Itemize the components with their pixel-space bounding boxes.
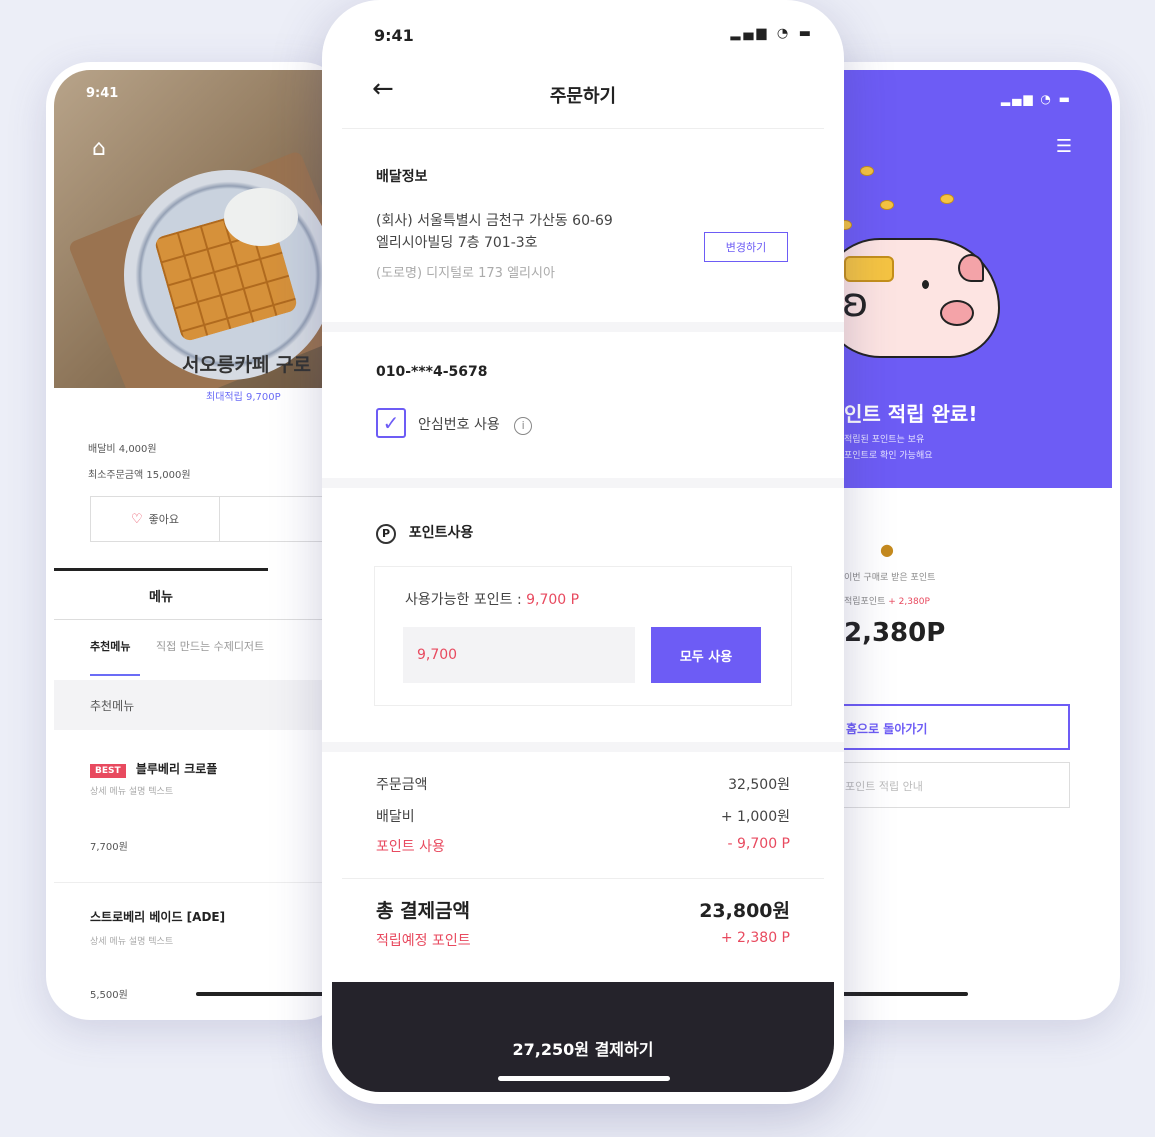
info-icon[interactable]: i xyxy=(514,417,533,435)
heart-icon: ♡ xyxy=(130,511,143,527)
earned-row: 적립포인트 + 2,380P xyxy=(844,594,930,607)
pig-snout xyxy=(940,300,974,326)
tab-menu[interactable]: 메뉴 xyxy=(54,568,268,620)
earn-label: 적립예정 포인트 xyxy=(376,933,471,949)
earned-label: 이번 구매로 받은 포인트 xyxy=(844,573,936,583)
pig-eye xyxy=(922,280,929,289)
cream xyxy=(224,188,298,246)
points-heading: 포인트사용 xyxy=(408,525,474,541)
menu-item-desc: 상세 메뉴 설명 텍스트 xyxy=(90,937,174,947)
phone-number: 010-***4-5678 xyxy=(376,364,488,380)
divider xyxy=(342,878,824,879)
use-all-button[interactable]: 모두 사용 xyxy=(651,627,761,683)
menu-item-price: 7,700원 xyxy=(90,842,128,853)
total-row: 총 결제금액 23,800원 xyxy=(376,896,790,923)
earn-value: + 2,380 P xyxy=(720,930,790,946)
coin-icon xyxy=(860,166,874,176)
section-header: 추천메뉴 xyxy=(54,680,346,730)
delivery-fee-info: 배달비 4,000원 xyxy=(88,444,157,455)
menu-item-desc: 상세 메뉴 설명 텍스트 xyxy=(90,787,174,797)
complete-sub: 포인트로 확인 가능해요 xyxy=(844,451,933,461)
complete-sub: 적립된 포인트는 보유 xyxy=(844,435,925,445)
delivery-heading: 배달정보 xyxy=(376,169,428,185)
section-separator xyxy=(322,322,844,332)
total-amount: 23,800원 xyxy=(699,900,790,922)
total-points: 2,380P xyxy=(844,618,946,648)
available-label: 사용가능한 포인트 : xyxy=(405,592,522,608)
status-time: 9:41 xyxy=(86,86,119,101)
delivery-fee: + 1,000원 xyxy=(720,809,790,825)
complete-banner: ▂▄▆ ◔ ▬ ☰ ʚ 인트 적립 완료! 적립된 포인트는 보유 포인트로 확… xyxy=(800,70,1112,488)
subtab-recommend[interactable]: 추천메뉴 xyxy=(90,640,130,653)
edit-address-button[interactable]: 변경하기 xyxy=(704,232,788,262)
coin-icon xyxy=(880,200,894,210)
status-icons: ▂▄▆ ◔ ▬ xyxy=(730,26,814,41)
min-order-info: 최소주문금액 15,000원 xyxy=(88,470,191,481)
store-name: 서오릉카페 구로 xyxy=(182,354,311,376)
order-phone: 9:41 ▂▄▆ ◔ ▬ ← 주문하기 배달정보 (회사) 서울특별시 금천구 … xyxy=(322,0,844,1104)
point-icon: P xyxy=(376,524,396,544)
menu-item[interactable]: BEST 블루베리 크로플 xyxy=(90,760,217,778)
home-icon[interactable]: ⌂ xyxy=(92,136,106,161)
point-use: - 9,700 P xyxy=(727,836,790,852)
earned-plus: + 2,380P xyxy=(888,597,930,607)
subtab-other[interactable]: 직접 만드는 수제디저트 xyxy=(156,640,264,653)
delivery-fee-row: 배달비 + 1,000원 xyxy=(376,806,790,826)
guide-button[interactable]: 포인트 적립 안내 xyxy=(830,762,1070,808)
like-label: 좋아요 xyxy=(148,513,180,526)
store-tabs: 메뉴 xyxy=(54,568,346,620)
available-points: 사용가능한 포인트 : 9,700 P xyxy=(405,589,579,609)
waffle-photo xyxy=(54,70,346,388)
points-heading-row: P 포인트사용 xyxy=(376,522,473,544)
order-amount-label: 주문금액 xyxy=(376,777,428,793)
section-separator xyxy=(322,478,844,488)
safe-number-checkbox[interactable]: ✓ xyxy=(376,408,406,438)
menu-item-price: 5,500원 xyxy=(90,990,128,1001)
section-separator xyxy=(322,742,844,752)
point-box: 사용가능한 포인트 : 9,700 P 모두 사용 xyxy=(374,566,792,706)
coin-bag-icon: ● xyxy=(880,540,894,559)
points-complete-phone: ▂▄▆ ◔ ▬ ☰ ʚ 인트 적립 완료! 적립된 포인트는 보유 포인트로 확… xyxy=(800,62,1120,1020)
available-value: 9,700 P xyxy=(526,592,580,608)
menu-subtabs: 추천메뉴 직접 만드는 수제디저트 xyxy=(90,638,286,654)
page-title: 주문하기 xyxy=(549,86,617,107)
status-icons: ▂▄▆ ◔ ▬ xyxy=(1000,92,1072,106)
delivery-fee-label: 배달비 xyxy=(376,809,415,825)
total-label: 총 결제금액 xyxy=(376,900,471,922)
store-points: 최대적립 9,700P xyxy=(206,392,281,403)
earned-value-label: 적립포인트 xyxy=(844,597,886,607)
menu-icon[interactable]: ☰ xyxy=(1056,136,1072,157)
coin-stack-icon xyxy=(844,256,894,282)
order-amount-row: 주문금액 32,500원 xyxy=(376,774,790,794)
best-badge: BEST xyxy=(90,764,126,778)
point-input[interactable] xyxy=(403,627,635,683)
address-line1: (회사) 서울특별시 금천구 가산동 60-69 xyxy=(376,213,613,229)
address-road: (도로명) 디지털로 173 엘리시아 xyxy=(376,266,555,281)
subtab-indicator xyxy=(90,674,140,676)
safe-number-label: 안심번호 사용 xyxy=(418,417,500,433)
menu-item-name: 블루베리 크로플 xyxy=(135,762,218,776)
earn-row: 적립예정 포인트 + 2,380 P xyxy=(376,930,790,950)
coin-icon xyxy=(940,194,954,204)
like-button[interactable]: ♡ 좋아요 xyxy=(91,497,220,541)
menu-item[interactable]: 스트로베리 베이드 [ADE] xyxy=(90,908,225,925)
safe-number-row: 안심번호 사용 i xyxy=(418,414,533,435)
home-indicator xyxy=(498,1076,670,1081)
order-amount: 32,500원 xyxy=(728,777,790,793)
complete-title: 인트 적립 완료! xyxy=(844,402,978,426)
store-phone: 9:41 ⌂ 서오릉카페 구로 최대적립 9,700P 배달비 4,000원 최… xyxy=(46,62,346,1020)
store-action-bar: ♡ 좋아요 xyxy=(90,496,346,542)
divider xyxy=(342,128,824,129)
home-button[interactable]: 홈으로 돌아가기 xyxy=(830,704,1070,750)
status-time: 9:41 xyxy=(374,26,414,45)
pig-tail: ʚ xyxy=(842,280,869,326)
divider xyxy=(54,882,346,883)
pig-ear xyxy=(958,254,984,282)
point-use-label: 포인트 사용 xyxy=(376,839,445,855)
address-line2: 엘리시아빌딩 7층 701-3호 xyxy=(376,235,538,251)
point-use-row: 포인트 사용 - 9,700 P xyxy=(376,836,790,856)
